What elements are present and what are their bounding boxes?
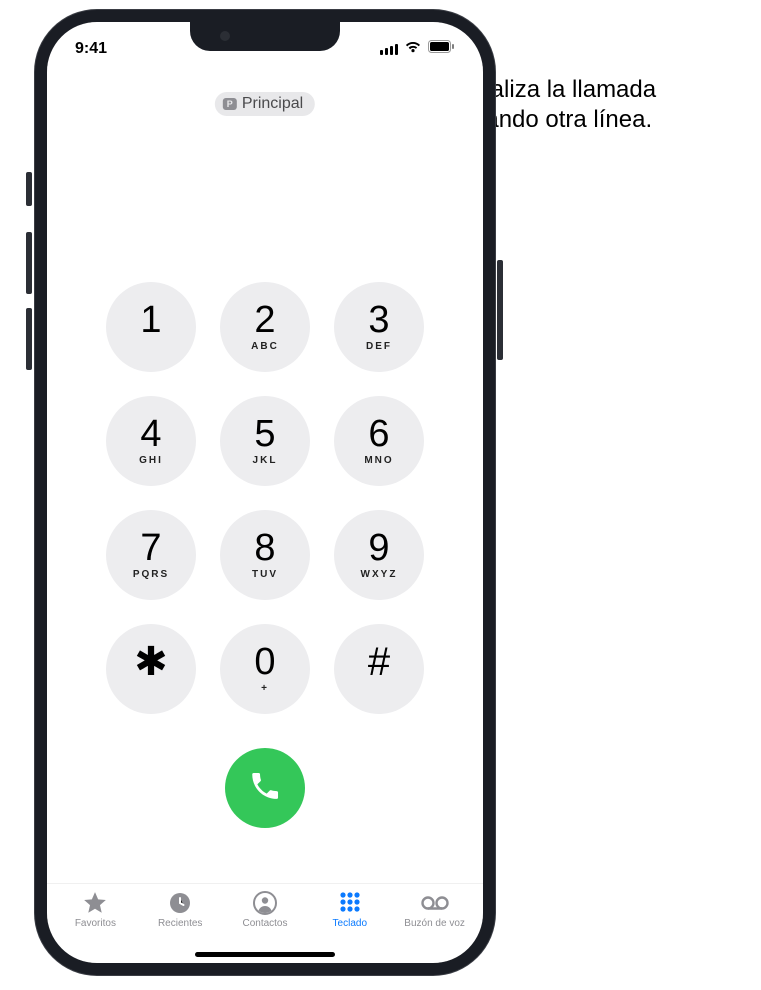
person-circle-icon xyxy=(253,890,277,916)
key-3[interactable]: 3 DEF xyxy=(334,282,424,372)
tab-label: Teclado xyxy=(333,918,367,929)
home-indicator xyxy=(195,952,335,957)
tab-voicemail[interactable]: Buzón de voz xyxy=(392,890,477,929)
wifi-icon xyxy=(404,40,422,58)
mute-switch xyxy=(26,172,32,206)
key-letters: TUV xyxy=(252,569,278,581)
status-bar: 9:41 xyxy=(47,34,483,64)
key-digit: 8 xyxy=(254,529,275,567)
call-button[interactable] xyxy=(225,748,305,828)
keypad-icon xyxy=(338,890,362,916)
key-letters: ABC xyxy=(251,341,279,353)
status-right xyxy=(380,40,455,58)
key-star[interactable]: ✱ xyxy=(106,624,196,714)
key-8[interactable]: 8 TUV xyxy=(220,510,310,600)
key-9[interactable]: 9 WXYZ xyxy=(334,510,424,600)
key-letters: DEF xyxy=(366,341,392,353)
tab-recents[interactable]: Recientes xyxy=(138,890,223,929)
key-2[interactable]: 2 ABC xyxy=(220,282,310,372)
tab-label: Buzón de voz xyxy=(404,918,465,929)
line-selector[interactable]: P Principal xyxy=(215,92,315,116)
key-letters: MNO xyxy=(364,455,393,467)
key-letters: PQRS xyxy=(133,569,169,581)
tab-contacts[interactable]: Contactos xyxy=(223,890,308,929)
call-row xyxy=(47,748,483,828)
key-letters: JKL xyxy=(253,455,278,467)
tab-label: Recientes xyxy=(158,918,202,929)
line-selector-label: Principal xyxy=(242,95,303,113)
tab-label: Favoritos xyxy=(75,918,116,929)
key-letters: + xyxy=(261,683,269,695)
key-digit: # xyxy=(368,646,390,678)
key-7[interactable]: 7 PQRS xyxy=(106,510,196,600)
key-letters: WXYZ xyxy=(361,569,398,581)
key-digit: 4 xyxy=(140,415,161,453)
callout-text: Realiza la llamada usando otra línea. xyxy=(460,75,740,135)
screen: 9:41 P Principal 1 xyxy=(47,22,483,963)
battery-icon xyxy=(428,40,455,58)
key-digit: 2 xyxy=(254,301,275,339)
sim-badge-icon: P xyxy=(223,98,237,110)
star-icon xyxy=(82,890,108,916)
tab-favorites[interactable]: Favoritos xyxy=(53,890,138,929)
key-digit: 1 xyxy=(140,301,161,339)
status-time: 9:41 xyxy=(75,40,107,58)
key-digit: 9 xyxy=(368,529,389,567)
key-digit: 7 xyxy=(140,529,161,567)
key-digit: 5 xyxy=(254,415,275,453)
key-digit: 0 xyxy=(254,643,275,681)
clock-icon xyxy=(168,890,192,916)
keypad: 1 2 ABC 3 DEF 4 GHI 5 JKL 6 MNO xyxy=(47,282,483,714)
key-0[interactable]: 0 + xyxy=(220,624,310,714)
cellular-signal-icon xyxy=(380,43,398,55)
iphone-frame: 9:41 P Principal 1 xyxy=(35,10,495,975)
key-letters: GHI xyxy=(139,455,163,467)
key-digit: 3 xyxy=(368,301,389,339)
key-hash[interactable]: # xyxy=(334,624,424,714)
key-digit: ✱ xyxy=(134,646,168,678)
side-button xyxy=(497,260,503,360)
volume-down-button xyxy=(26,308,32,370)
voicemail-icon xyxy=(420,890,450,916)
phone-icon xyxy=(248,769,282,808)
volume-up-button xyxy=(26,232,32,294)
key-4[interactable]: 4 GHI xyxy=(106,396,196,486)
tab-label: Contactos xyxy=(242,918,287,929)
key-digit: 6 xyxy=(368,415,389,453)
key-5[interactable]: 5 JKL xyxy=(220,396,310,486)
tab-keypad[interactable]: Teclado xyxy=(307,890,392,929)
tab-bar: Favoritos Recientes Contactos xyxy=(47,883,483,953)
key-1[interactable]: 1 xyxy=(106,282,196,372)
key-6[interactable]: 6 MNO xyxy=(334,396,424,486)
